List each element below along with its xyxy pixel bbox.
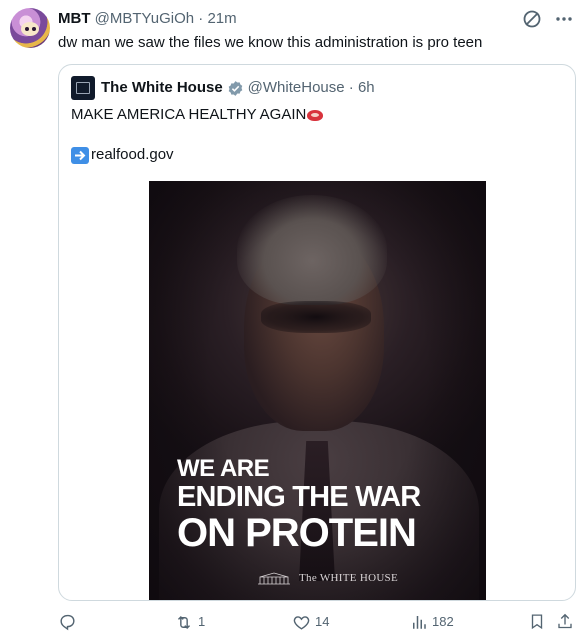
white-house-seal-icon <box>76 82 90 94</box>
white-house-building-icon <box>258 572 290 585</box>
quoted-text-content: MAKE AMERICA HEALTHY AGAIN <box>71 106 307 123</box>
views-count: 182 <box>432 614 454 629</box>
poster-line-2: ENDING THE WAR <box>177 481 421 513</box>
user-avatar[interactable] <box>10 8 50 48</box>
external-link[interactable]: realfood.gov <box>91 145 174 165</box>
quoted-text: MAKE AMERICA HEALTHY AGAIN <box>71 105 324 125</box>
poster-line-3: ON PROTEIN <box>177 511 417 555</box>
repost-count: 1 <box>198 614 206 629</box>
avatar-face <box>21 22 39 36</box>
separator: · <box>198 10 204 27</box>
poster-image[interactable]: WE ARE ENDING THE WAR ON PROTEIN The WHI… <box>149 181 486 600</box>
reply-button[interactable] <box>58 612 81 631</box>
bookmark-button[interactable] <box>528 612 546 631</box>
like-button[interactable]: 14 <box>292 612 329 632</box>
repost-button[interactable]: 1 <box>174 612 205 632</box>
quoted-link-line: realfood.gov <box>71 145 174 165</box>
display-name[interactable]: MBT <box>58 10 91 27</box>
share-icon <box>558 613 572 629</box>
arrow-right-icon <box>71 146 89 164</box>
quoted-handle[interactable]: @WhiteHouse <box>248 79 345 97</box>
quoted-timestamp[interactable]: 6h <box>358 79 375 97</box>
tweet[interactable]: MBT @MBTYuGiOh · 21m dw man we saw the f… <box>0 0 585 635</box>
verified-badge-icon <box>228 80 242 96</box>
poster-headline: WE ARE ENDING THE WAR ON PROTEIN <box>177 455 421 555</box>
views-button[interactable]: 182 <box>410 612 454 632</box>
poster-line-1: WE ARE <box>177 455 270 482</box>
bookmark-icon <box>531 614 543 630</box>
views-chart-icon <box>413 616 426 629</box>
user-handle[interactable]: @MBTYuGiOh <box>95 10 194 27</box>
poster-footer-text: The WHITE HOUSE <box>299 572 398 584</box>
tweet-text: dw man we saw the files we know this adm… <box>58 34 483 51</box>
avatar-eye <box>25 27 29 31</box>
tweet-action-bar: 1 14 182 <box>58 612 576 634</box>
quoted-header: The White House @WhiteHouse · 6h <box>101 79 375 97</box>
tweet-header: MBT @MBTYuGiOh · 21m <box>58 10 237 28</box>
separator: · <box>348 79 354 96</box>
like-count: 14 <box>315 614 330 629</box>
grok-icon[interactable] <box>521 8 543 30</box>
repost-icon <box>177 615 191 629</box>
more-options-icon[interactable] <box>553 8 575 30</box>
quoted-tweet[interactable]: The White House @WhiteHouse · 6h MAKE AM… <box>58 64 576 601</box>
tweet-top-actions <box>521 8 575 30</box>
poster-footer: The WHITE HOUSE <box>257 571 398 585</box>
meat-icon <box>307 109 324 121</box>
quoted-avatar[interactable] <box>71 76 95 100</box>
timestamp[interactable]: 21m <box>207 10 236 27</box>
share-button[interactable] <box>556 612 574 631</box>
heart-icon <box>293 615 310 630</box>
quoted-display-name[interactable]: The White House <box>101 79 223 97</box>
avatar-eye <box>32 27 36 31</box>
reply-icon <box>60 614 75 631</box>
